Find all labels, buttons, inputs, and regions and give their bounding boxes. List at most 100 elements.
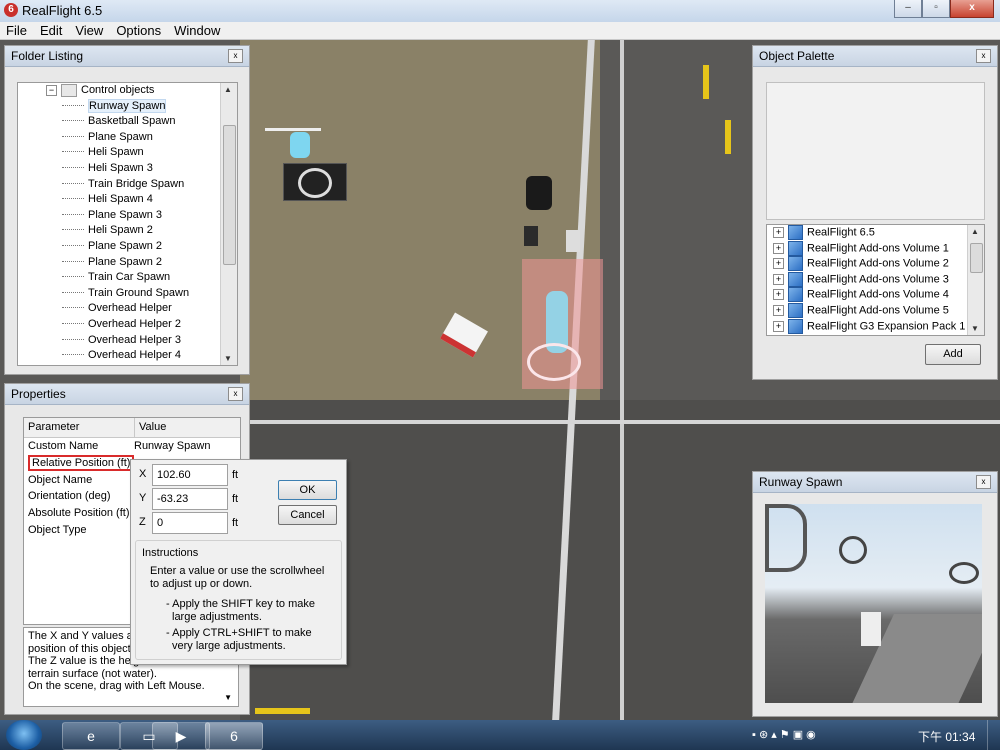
y-label: Y bbox=[139, 492, 147, 504]
tree-item-label: Overhead Helper 4 bbox=[88, 349, 181, 362]
tree-item[interactable]: Heli Spawn bbox=[18, 145, 237, 161]
tree-item[interactable]: Runway Spawn bbox=[18, 98, 237, 115]
property-row[interactable]: Custom Name Runway Spawn bbox=[24, 438, 240, 455]
realflight-taskbar-icon[interactable]: 6 bbox=[205, 722, 263, 750]
tree-item[interactable]: Plane Spawn 2 bbox=[18, 239, 237, 255]
palette-item[interactable]: + RealFlight Add-ons Volume 1 bbox=[767, 240, 984, 257]
tree-connector bbox=[62, 229, 84, 231]
menu-file[interactable]: File bbox=[0, 22, 34, 39]
x-unit: ft bbox=[232, 469, 239, 481]
system-tray-icons[interactable]: ▪ ⊛ ▴ ⚑ ▣ ◉ bbox=[752, 728, 816, 741]
media-player-icon[interactable]: ▶ bbox=[152, 722, 210, 750]
tree-item-label: Heli Spawn 4 bbox=[88, 193, 153, 206]
tree-item[interactable]: Overhead Helper 2 bbox=[18, 317, 237, 333]
palette-item[interactable]: + RealFlight Add-ons Volume 3 bbox=[767, 271, 984, 288]
y-unit: ft bbox=[232, 493, 239, 505]
tree-item[interactable]: Heli Spawn 2 bbox=[18, 223, 237, 239]
properties-header: Parameter Value bbox=[24, 418, 240, 438]
tree-item[interactable]: Plane Spawn 2 bbox=[18, 255, 237, 271]
heli-pad bbox=[283, 163, 347, 201]
expand-icon[interactable]: + bbox=[773, 227, 784, 238]
help-line: terrain surface (not water). bbox=[28, 667, 157, 680]
scroll-down-icon[interactable]: ▼ bbox=[224, 692, 232, 705]
start-button[interactable] bbox=[6, 720, 42, 750]
window-controls: – ▫ x bbox=[894, 0, 994, 18]
maximize-button[interactable]: ▫ bbox=[922, 0, 950, 18]
package-icon bbox=[788, 302, 803, 318]
tree-item[interactable]: Train Ground Spawn bbox=[18, 286, 237, 302]
tree-item[interactable]: Train Car Spawn bbox=[18, 270, 237, 286]
tree-item[interactable]: Basketball Spawn bbox=[18, 114, 237, 130]
preview-title: Runway Spawn x bbox=[753, 472, 997, 493]
expand-icon[interactable]: + bbox=[773, 242, 784, 254]
scroll-up-icon[interactable]: ▲ bbox=[971, 227, 979, 236]
scroll-down-icon[interactable]: ▼ bbox=[971, 324, 979, 333]
tree-root-label: Control objects bbox=[81, 84, 155, 96]
menu-window[interactable]: Window bbox=[168, 22, 227, 39]
column-value[interactable]: Value bbox=[135, 418, 166, 437]
runway-spawn-selection[interactable] bbox=[522, 259, 603, 389]
tree-item[interactable]: Plane Spawn 3 bbox=[18, 208, 237, 224]
expand-icon[interactable]: + bbox=[773, 320, 784, 332]
object-palette-close-button[interactable]: x bbox=[976, 49, 991, 63]
palette-item[interactable]: + RealFlight Add-ons Volume 4 bbox=[767, 287, 984, 303]
preview-ring bbox=[765, 504, 807, 572]
palette-item[interactable]: + RealFlight Add-ons Volume 2 bbox=[767, 256, 984, 272]
menu-options[interactable]: Options bbox=[110, 22, 168, 39]
tree-item-label: Plane Spawn bbox=[88, 130, 153, 143]
tree-item[interactable]: Overhead Helper 4 bbox=[18, 348, 237, 364]
cancel-button[interactable]: Cancel bbox=[278, 505, 337, 525]
collapse-icon[interactable]: − bbox=[46, 84, 57, 96]
palette-scrollbar[interactable]: ▲ ▼ bbox=[967, 225, 984, 335]
property-name: Absolute Position (ft) bbox=[28, 507, 130, 520]
scrollbar-thumb[interactable] bbox=[223, 125, 236, 265]
tree-item[interactable]: Train Bridge Spawn bbox=[18, 177, 237, 193]
scroll-up-icon[interactable]: ▲ bbox=[224, 85, 232, 94]
tree-item[interactable]: Overhead Helper 3 bbox=[18, 333, 237, 349]
object-palette-tree[interactable]: + RealFlight 6.5 + RealFlight Add-ons Volu… bbox=[766, 224, 985, 336]
tree-root[interactable]: − Control objects bbox=[18, 83, 237, 99]
close-button[interactable]: x bbox=[950, 0, 994, 18]
preview-ring bbox=[839, 536, 867, 564]
palette-item-label: RealFlight Add-ons Volume 2 bbox=[807, 257, 949, 270]
tree-item[interactable]: Heli Spawn 3 bbox=[18, 161, 237, 177]
tree-item-label: Runway Spawn bbox=[88, 98, 167, 113]
folder-listing-close-button[interactable]: x bbox=[228, 49, 243, 63]
scrollbar-thumb[interactable] bbox=[970, 243, 983, 273]
expand-icon[interactable]: + bbox=[773, 304, 784, 316]
tree-item-label: Train Car Spawn bbox=[88, 271, 171, 284]
expand-icon[interactable]: + bbox=[773, 273, 784, 285]
tree-item[interactable]: Overhead Helper bbox=[18, 301, 237, 317]
tree-item[interactable]: Plane Spawn bbox=[18, 130, 237, 146]
expand-icon[interactable]: + bbox=[773, 258, 784, 270]
clock[interactable]: 下午 01:34 bbox=[918, 728, 975, 745]
minimize-button[interactable]: – bbox=[894, 0, 922, 18]
z-unit: ft bbox=[232, 517, 239, 529]
expand-icon[interactable]: + bbox=[773, 289, 784, 301]
y-input[interactable]: -63.23 bbox=[152, 488, 228, 510]
z-input[interactable]: 0 bbox=[152, 512, 228, 534]
ie-icon[interactable]: e bbox=[62, 722, 120, 750]
folder-tree[interactable]: − Control objects Runway Spawn Basketball… bbox=[17, 82, 238, 366]
preview-object bbox=[861, 612, 881, 646]
palette-item-label: RealFlight 6.5 bbox=[807, 226, 875, 239]
x-input[interactable]: 102.60 bbox=[152, 464, 228, 486]
ok-button[interactable]: OK bbox=[278, 480, 337, 500]
menu-edit[interactable]: Edit bbox=[34, 22, 69, 39]
palette-item[interactable]: + RealFlight G3 Expansion Pack 1 bbox=[767, 318, 984, 335]
tree-item-label: Heli Spawn 3 bbox=[88, 161, 153, 174]
folder-tree-scrollbar[interactable]: ▲ ▼ bbox=[220, 83, 237, 365]
tree-item-label: Plane Spawn 2 bbox=[88, 255, 162, 268]
preview-close-button[interactable]: x bbox=[976, 475, 991, 489]
column-parameter[interactable]: Parameter bbox=[24, 418, 135, 437]
scene-yellow-line bbox=[725, 120, 731, 154]
palette-item[interactable]: + RealFlight 6.5 bbox=[767, 225, 984, 241]
properties-close-button[interactable]: x bbox=[228, 387, 243, 401]
palette-item[interactable]: + RealFlight Add-ons Volume 5 bbox=[767, 302, 984, 319]
scroll-down-icon[interactable]: ▼ bbox=[224, 354, 232, 363]
tree-item[interactable]: Heli Spawn 4 bbox=[18, 192, 237, 208]
show-desktop-button[interactable] bbox=[987, 720, 1000, 750]
palette-item-label: RealFlight Add-ons Volume 4 bbox=[807, 288, 949, 301]
menu-view[interactable]: View bbox=[69, 22, 110, 39]
add-button[interactable]: Add bbox=[925, 344, 981, 365]
